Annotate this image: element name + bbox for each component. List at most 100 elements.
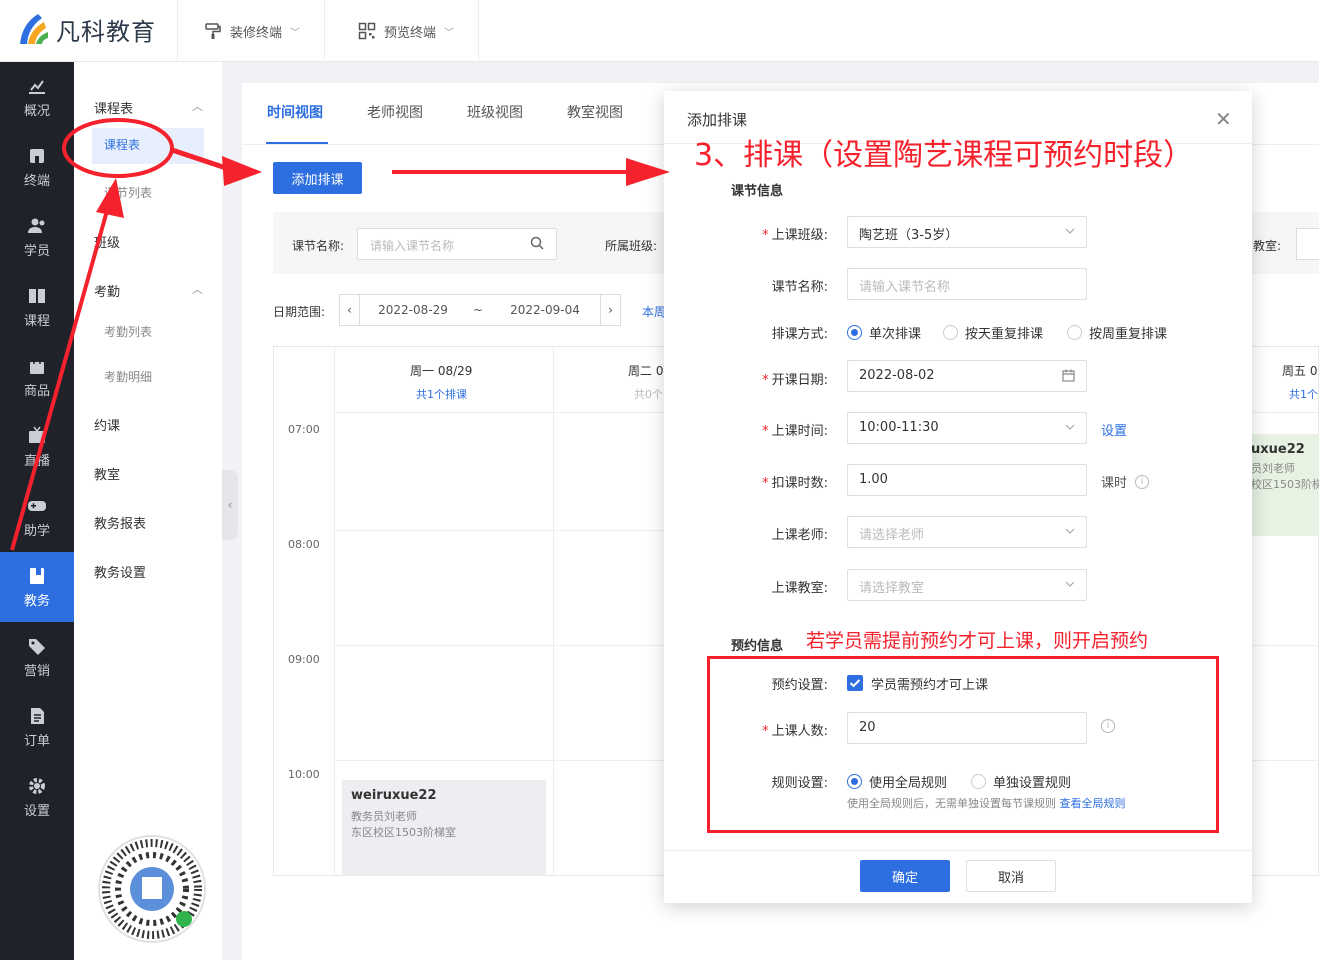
logo-area: 凡科教育	[0, 0, 178, 62]
booking-annotation-note: 若学员需提前预约才可上课，则开启预约	[806, 630, 1149, 652]
preview-terminal-menu[interactable]: 预览终端 ﹀	[334, 0, 480, 62]
section-booking-info: 预约信息	[731, 639, 784, 654]
cancel-button[interactable]: 取消	[966, 860, 1056, 892]
rule-global-radio[interactable]: 使用全局规则	[847, 772, 947, 791]
decorate-terminal-menu[interactable]: 装修终端 ﹀	[180, 0, 326, 62]
radio-checked-icon	[847, 774, 862, 789]
nav-students[interactable]: 学员	[0, 202, 74, 272]
sub-nav: 课程表 ︿ 课程表 课节列表 班级 考勤 ︿ 考勤列表 考勤明细 约课 教室 教…	[74, 62, 222, 960]
subnav-group-schedule[interactable]: 课程表	[94, 98, 133, 117]
subnav-item-booking[interactable]: 约课	[94, 415, 120, 434]
mode-single-radio[interactable]: 单次排课	[847, 323, 921, 342]
chevron-down-icon	[1065, 228, 1075, 234]
day-header-mon: 周一 08/29	[410, 364, 473, 378]
view-global-rules-link[interactable]: 查看全局规则	[1060, 797, 1126, 810]
subnav-item-class[interactable]: 班级	[94, 232, 120, 251]
this-week-link[interactable]: 本周	[642, 303, 666, 320]
dialog-footer-divider	[664, 850, 1252, 851]
mode-weekly-radio[interactable]: 按周重复排课	[1067, 323, 1167, 342]
tag-icon	[29, 638, 45, 655]
schedule-event-card[interactable]: weiruxue22 教务员刘老师 东区校区1503阶梯室	[342, 780, 546, 876]
rule-hint: 使用全局规则后，无需单独设置每节课规则 查看全局规则	[847, 795, 1126, 811]
class-select[interactable]: 陶艺班（3-5岁）	[847, 216, 1087, 248]
subnav-item-report[interactable]: 教务报表	[94, 513, 146, 532]
info-icon[interactable]: i	[1101, 719, 1115, 733]
rule-custom-radio[interactable]: 单独设置规则	[971, 772, 1071, 791]
time-select-value: 10:00-11:30	[859, 420, 939, 435]
booking-checkbox[interactable]	[847, 675, 863, 691]
chevron-down-icon: ﹀	[444, 27, 455, 39]
nav-live[interactable]: 直播	[0, 412, 74, 482]
day-count-mon[interactable]: 共1个排课	[416, 386, 467, 402]
lesson-name-input[interactable]: 请输入课节名称	[847, 268, 1087, 300]
lesson-name-field-label: 课节名称:	[771, 280, 828, 295]
chevron-up-icon[interactable]: ︿	[192, 98, 203, 114]
start-date-input[interactable]: 2022-08-02	[847, 360, 1087, 392]
time-select[interactable]: 10:00-11:30	[847, 412, 1087, 444]
brand-name[interactable]: 凡科教育	[56, 12, 156, 47]
time-label: 10:00	[288, 768, 320, 781]
hours-input[interactable]: 1.00	[847, 464, 1087, 496]
prev-week-button[interactable]: ‹	[340, 295, 360, 325]
class-filter-label: 所属班级:	[605, 239, 658, 253]
tab-time-view[interactable]: 时间视图	[267, 102, 323, 122]
teacher-select[interactable]: 请选择老师	[847, 516, 1087, 548]
nav-label: 直播	[23, 453, 50, 469]
chevron-down-icon	[1065, 528, 1075, 534]
close-icon[interactable]: ✕	[1215, 107, 1232, 131]
nav-orders[interactable]: 订单	[0, 692, 74, 762]
subnav-item-attendance-detail[interactable]: 考勤明细	[104, 368, 152, 385]
nav-overview[interactable]: 概况	[0, 62, 74, 132]
time-settings-link[interactable]: 设置	[1101, 420, 1127, 439]
date-range-picker[interactable]: ‹ 2022-08-29 ~ 2022-09-04 ›	[339, 294, 621, 326]
rule-hint-text: 使用全局规则后，无需单独设置每节课规则	[847, 797, 1056, 810]
subnav-item-academic-settings[interactable]: 教务设置	[94, 562, 146, 581]
lesson-name-search-input[interactable]: 请输入课节名称	[357, 228, 557, 260]
subnav-item-lesson-list[interactable]: 课节列表	[104, 184, 152, 201]
day-count-fri[interactable]: 共1个	[1289, 386, 1318, 402]
radio-icon	[943, 325, 958, 340]
radio-label: 单次排课	[869, 327, 922, 342]
nav-terminal[interactable]: 终端	[0, 132, 74, 202]
subnav-item-attendance-list[interactable]: 考勤列表	[104, 323, 152, 340]
event-teacher: 员刘老师	[1251, 462, 1295, 475]
nav-courses[interactable]: 课程	[0, 272, 74, 342]
info-icon[interactable]: i	[1135, 475, 1149, 489]
start-date-value: 2022-08-02	[859, 368, 935, 383]
add-schedule-button[interactable]: 添加排课	[273, 162, 362, 194]
lesson-name-filter-label: 课节名称:	[292, 239, 345, 253]
nav-marketing[interactable]: 营销	[0, 622, 74, 692]
teacher-field-label: 上课老师:	[771, 528, 828, 543]
subnav-group-attendance[interactable]: 考勤	[94, 281, 120, 300]
room-select[interactable]: 请选择教室	[847, 569, 1087, 601]
booking-checkbox-label[interactable]: 学员需预约才可上课	[871, 674, 988, 693]
nav-assist[interactable]: 助学	[0, 482, 74, 552]
room-filter-select[interactable]	[1296, 228, 1319, 260]
subnav-item-classroom[interactable]: 教室	[94, 464, 120, 483]
tab-teacher-view[interactable]: 老师视图	[367, 102, 423, 122]
tab-class-view[interactable]: 班级视图	[467, 102, 523, 122]
nav-label: 商品	[23, 383, 50, 399]
nav-settings[interactable]: 设置	[0, 762, 74, 832]
date-start[interactable]: 2022-08-29	[360, 303, 466, 317]
nav-academic[interactable]: 教务	[0, 552, 74, 622]
sidebar-collapse-toggle[interactable]: ‹	[222, 470, 238, 540]
confirm-button[interactable]: 确定	[860, 860, 950, 892]
calendar-icon	[1062, 369, 1075, 382]
hours-field-label: * 扣课时数:	[762, 476, 828, 491]
tab-room-view[interactable]: 教室视图	[567, 102, 623, 122]
date-end[interactable]: 2022-09-04	[490, 303, 600, 317]
subnav-item-schedule[interactable]: 课程表	[92, 128, 204, 164]
rule-field-label: 规则设置:	[771, 776, 828, 791]
radio-label: 按周重复排课	[1089, 327, 1168, 342]
schedule-event-card[interactable]: uxue22 员刘老师 校区1503阶梯	[1247, 434, 1319, 536]
capacity-input[interactable]: 20	[847, 712, 1087, 744]
chevron-up-icon[interactable]: ︿	[192, 281, 203, 297]
room-select-placeholder: 请选择教室	[859, 581, 925, 596]
radio-icon	[1067, 325, 1082, 340]
nav-products[interactable]: 商品	[0, 342, 74, 412]
search-icon[interactable]	[530, 236, 544, 250]
next-week-button[interactable]: ›	[600, 295, 620, 325]
mode-daily-radio[interactable]: 按天重复排课	[943, 323, 1043, 342]
event-title: uxue22	[1251, 442, 1305, 457]
